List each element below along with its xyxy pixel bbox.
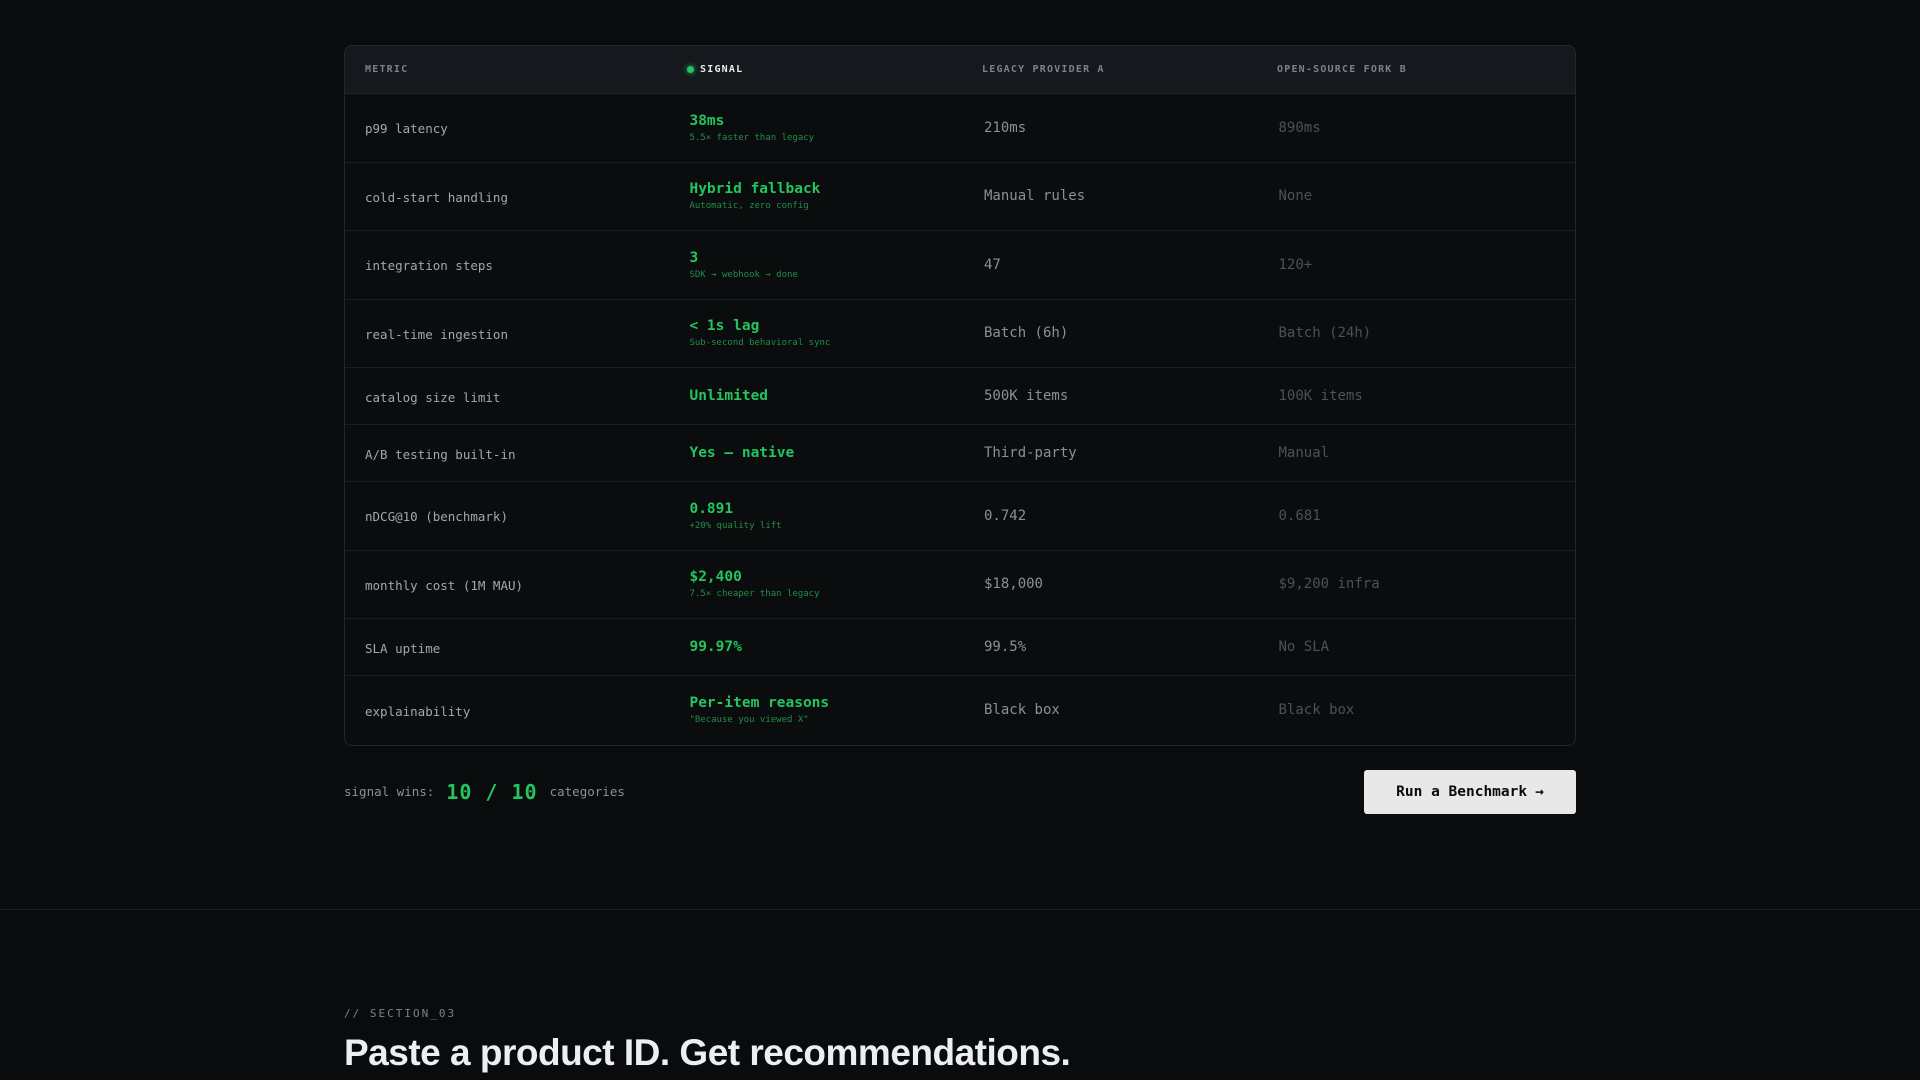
table-body: p99 latency 38ms 5.5× faster than legacy 21… (345, 94, 1575, 745)
signal-cell: Unlimited (689, 388, 984, 404)
legacy-cell: Manual rules (983, 188, 1086, 205)
wins-suffix: categories (549, 784, 625, 799)
summary-row: signal wins: 10 / 10 categories Run a Be… (344, 769, 1576, 814)
wins-count: 10 / 10 (446, 779, 538, 804)
comparison-table: METRIC SIGNAL LEGACY PROVIDER A OPEN-SOU… (344, 45, 1576, 746)
metric-cell: catalog size limit (365, 389, 501, 405)
signal-value: 0.891 (689, 500, 734, 517)
signal-cell: Yes — native (689, 445, 984, 461)
signal-note: Sub-second behavioral sync (689, 338, 831, 349)
header-metric: METRIC (365, 64, 409, 75)
run-benchmark-button[interactable]: Run a Benchmark → (1364, 769, 1576, 814)
signal-cell: 38ms 5.5× faster than legacy (689, 113, 984, 143)
table-row: SLA uptime 99.97% 99.5% No SLA (345, 619, 1575, 676)
signal-value: Hybrid fallback (689, 181, 821, 198)
fork-cell: No SLA (1278, 639, 1330, 655)
legacy-cell: Black box (983, 702, 1060, 719)
wins-prefix: signal wins: (344, 784, 435, 799)
arrow-right-icon: → (1535, 783, 1544, 800)
legacy-cell: 47 (983, 256, 1001, 273)
signal-cell: Per-item reasons "Because you viewed X" (689, 695, 984, 725)
fork-cell: None (1278, 188, 1313, 205)
header-legacy: LEGACY PROVIDER A (982, 64, 1105, 75)
fork-cell: $9,200 infra (1278, 576, 1380, 593)
table-row: real-time ingestion < 1s lag Sub-second be… (345, 300, 1575, 368)
metric-cell: SLA uptime (365, 640, 441, 656)
signal-note: Automatic, zero config (689, 201, 809, 212)
table-row: p99 latency 38ms 5.5× faster than legacy 21… (345, 94, 1575, 163)
metric-cell: integration steps (365, 258, 493, 274)
signal-cell: 0.891 +20% quality lift (689, 501, 984, 531)
signal-cell: Hybrid fallback Automatic, zero config (689, 181, 984, 211)
fork-cell: Manual (1278, 445, 1330, 461)
status-dot-icon (687, 66, 694, 73)
metric-cell: nDCG@10 (benchmark) (365, 509, 508, 525)
table-row: catalog size limit Unlimited 500K items 100… (345, 368, 1575, 425)
metric-cell: A/B testing built-in (365, 446, 516, 462)
signal-cell: $2,400 7.5× cheaper than legacy (689, 569, 984, 599)
fork-cell: 120+ (1278, 256, 1313, 273)
signal-value: Unlimited (689, 388, 769, 404)
signal-note: 5.5× faster than legacy (689, 132, 815, 143)
metric-cell: explainability (365, 703, 471, 719)
signal-note: +20% quality lift (689, 520, 782, 531)
table-row: monthly cost (1M MAU) $2,400 7.5× cheaper … (345, 551, 1575, 619)
run-benchmark-label: Run a Benchmark (1396, 783, 1528, 800)
header-signal-label: SIGNAL (700, 64, 744, 75)
table-row: A/B testing built-in Yes — native Third-pa… (345, 425, 1575, 482)
legacy-cell: 99.5% (983, 639, 1027, 655)
header-signal: SIGNAL (687, 64, 982, 75)
legacy-cell: 210ms (983, 119, 1027, 136)
legacy-cell: $18,000 (983, 576, 1043, 593)
section-tag: // SECTION_03 (344, 1007, 457, 1020)
legacy-cell: 500K items (983, 388, 1069, 404)
signal-value: 3 (689, 249, 699, 266)
table-header: METRIC SIGNAL LEGACY PROVIDER A OPEN-SOU… (345, 46, 1575, 94)
table-row: nDCG@10 (benchmark) 0.891 +20% quality lif… (345, 482, 1575, 551)
signal-cell: 99.97% (689, 639, 984, 655)
signal-cell: < 1s lag Sub-second behavioral sync (689, 318, 984, 348)
metric-cell: cold-start handling (365, 189, 508, 205)
legacy-cell: 0.742 (983, 507, 1027, 524)
signal-value: 99.97% (689, 639, 742, 655)
signal-value: Per-item reasons (689, 695, 830, 712)
signal-note: SDK → webhook → done (689, 269, 798, 280)
signal-note: "Because you viewed X" (689, 715, 809, 726)
signal-value: 38ms (689, 112, 725, 129)
comparison-section: METRIC SIGNAL LEGACY PROVIDER A OPEN-SOU… (344, 45, 1576, 814)
legacy-cell: Third-party (983, 445, 1077, 461)
legacy-cell: Batch (6h) (983, 325, 1069, 342)
fork-cell: 100K items (1278, 388, 1363, 404)
fork-cell: Batch (24h) (1278, 325, 1372, 342)
fork-cell: 890ms (1278, 119, 1321, 136)
signal-value: $2,400 (689, 569, 742, 586)
signal-value: < 1s lag (689, 318, 760, 335)
fork-cell: 0.681 (1278, 507, 1321, 524)
signal-note: 7.5× cheaper than legacy (689, 589, 820, 600)
table-row: explainability Per-item reasons "Because y… (345, 676, 1575, 745)
header-fork: OPEN-SOURCE FORK B (1277, 64, 1407, 75)
wins-summary: signal wins: 10 / 10 categories (344, 780, 625, 804)
table-row: integration steps 3 SDK → webhook → done 47… (345, 231, 1575, 300)
metric-cell: real-time ingestion (365, 326, 508, 342)
fork-cell: Black box (1278, 702, 1355, 719)
metric-cell: monthly cost (1M MAU) (365, 577, 524, 593)
signal-value: Yes — native (689, 445, 795, 461)
section-divider (0, 909, 1920, 910)
signal-cell: 3 SDK → webhook → done (689, 250, 984, 280)
metric-cell: p99 latency (365, 121, 448, 137)
section-title: Paste a product ID. Get recommendations. (344, 1032, 1071, 1073)
table-row: cold-start handling Hybrid fallback Automa… (345, 163, 1575, 231)
